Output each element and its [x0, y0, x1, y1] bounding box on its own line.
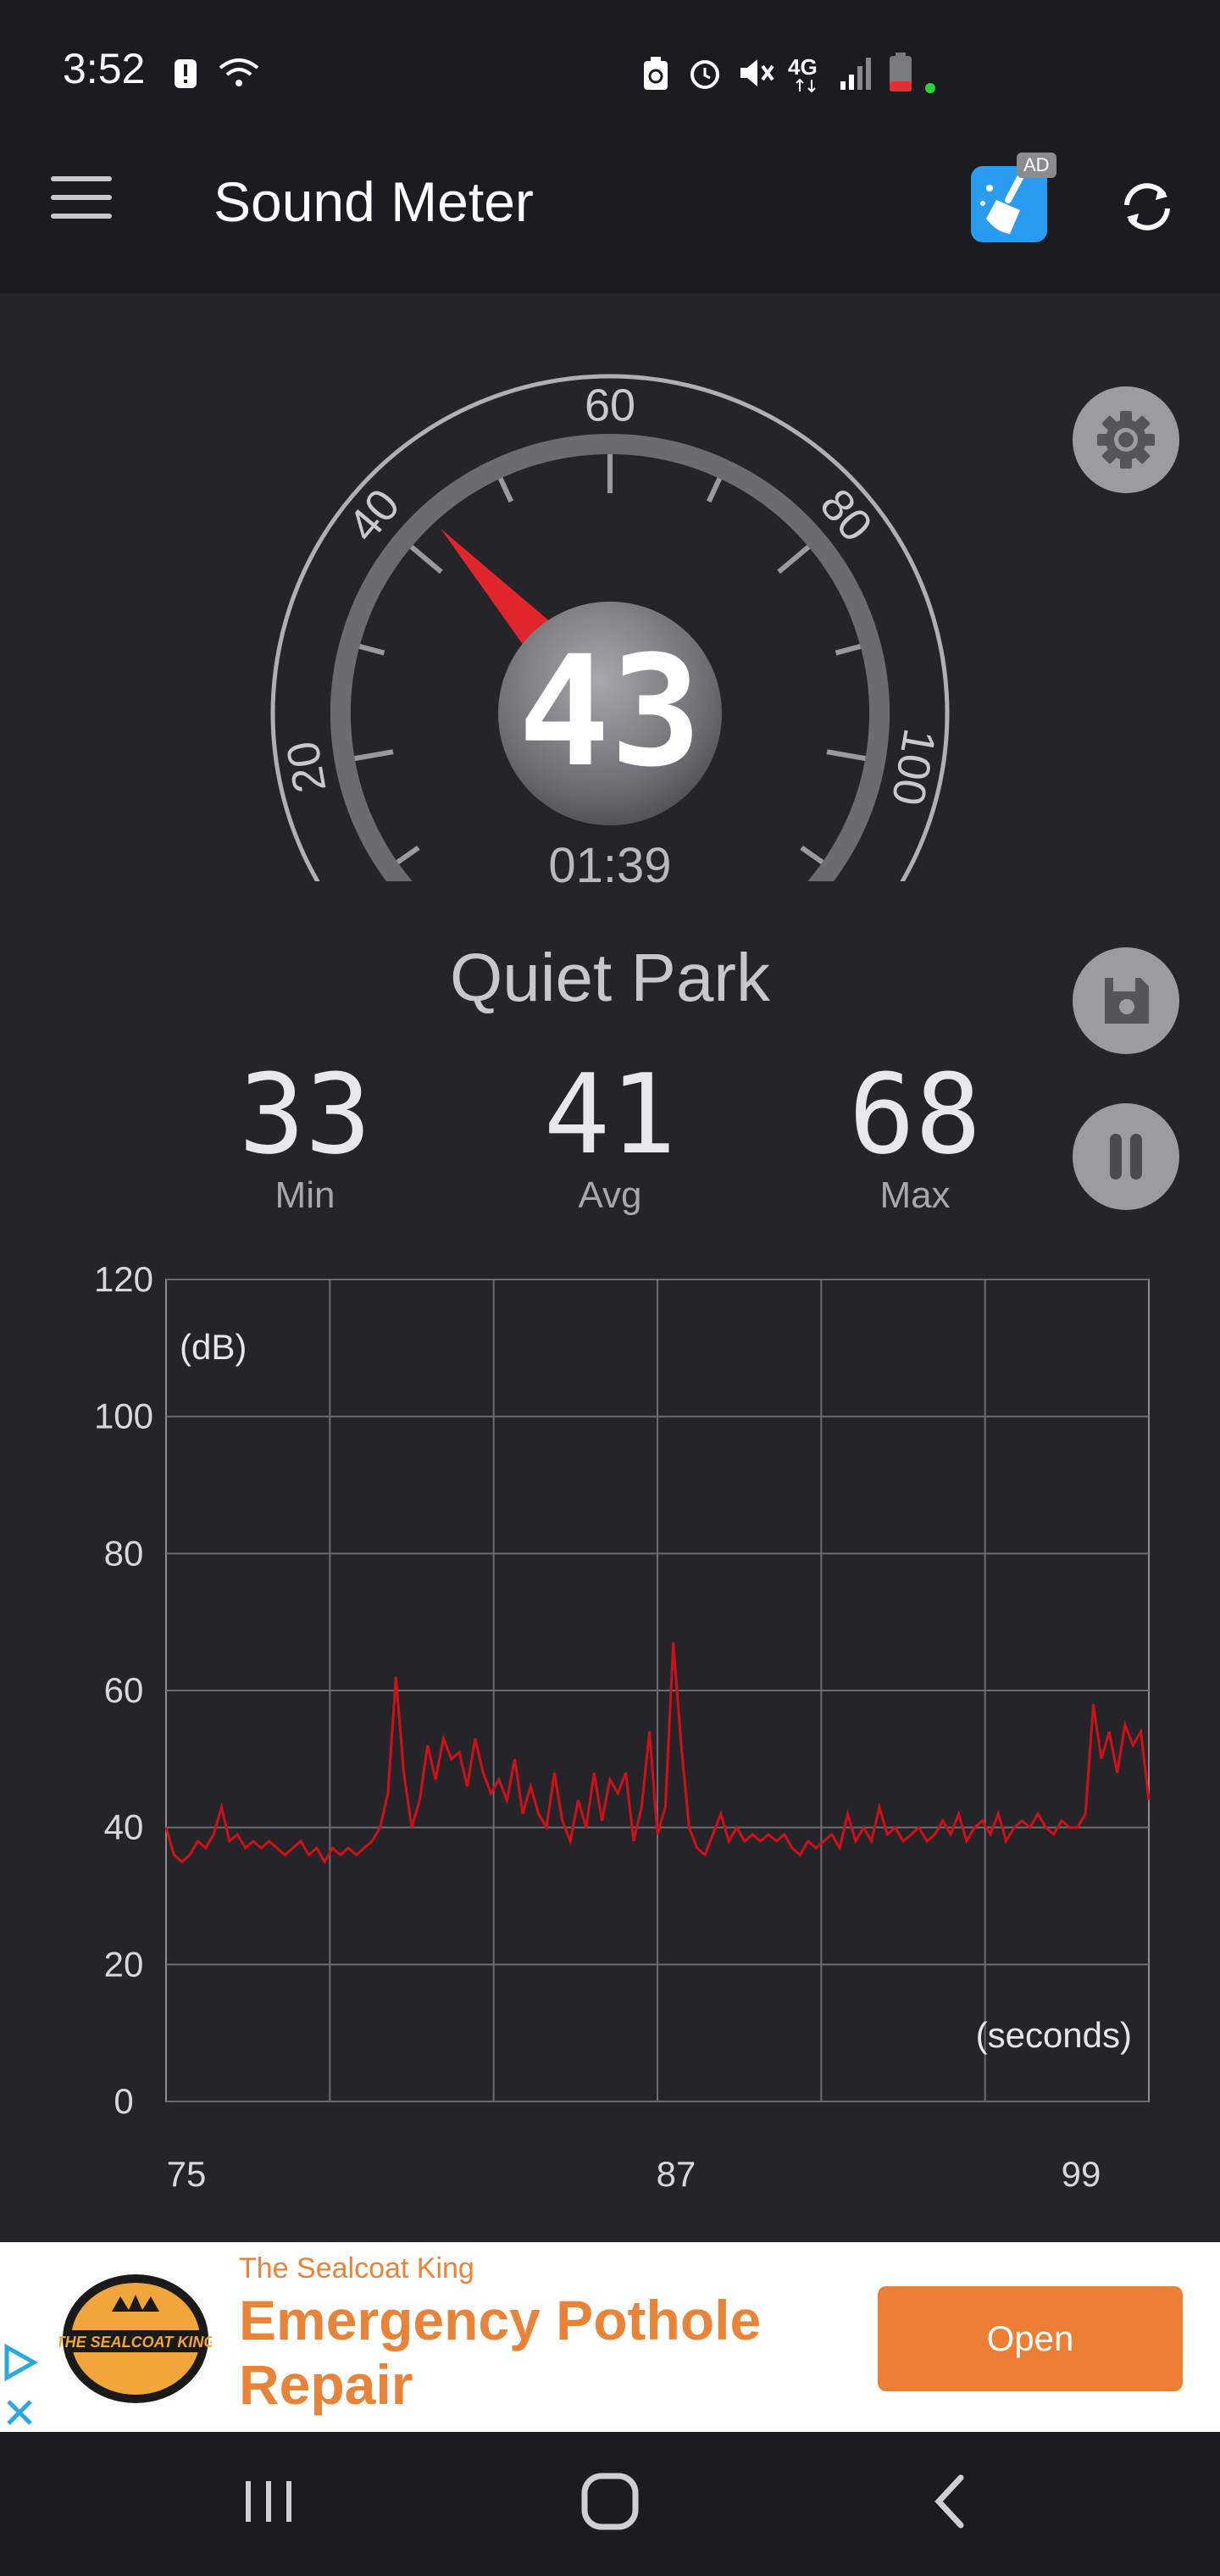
chart-y-tick-label: 120	[94, 1259, 153, 1299]
refresh-icon[interactable]	[1115, 175, 1179, 239]
signal-icon	[840, 58, 871, 90]
chart-x-tick-label: 99	[1062, 2154, 1101, 2194]
hamburger-menu-icon[interactable]	[51, 176, 112, 229]
mute-icon	[740, 59, 774, 86]
wifi-icon	[219, 58, 259, 86]
chart-y-unit-label: (dB)	[180, 1327, 247, 1367]
gauge-tick	[497, 477, 514, 503]
adchoices-icon[interactable]	[0, 2339, 42, 2432]
max-label: Max	[879, 1174, 951, 1216]
stat-avg: 41 Avg	[508, 1059, 712, 1217]
battery-low-icon	[890, 53, 935, 93]
floppy-disk-icon	[1105, 978, 1149, 1024]
chart-y-tick-label: 0	[114, 2081, 133, 2121]
gauge-tick	[396, 845, 420, 864]
decibel-chart: 0 20 40 60 80 100 120 75 87 99 (dB) (seconds)	[94, 1259, 1151, 2194]
ad-badge: AD	[1017, 153, 1056, 178]
sound-gauge: 020406080100120 43	[270, 374, 950, 881]
chart-y-tick-label: 40	[104, 1807, 144, 1847]
gauge-tick	[358, 643, 385, 656]
gauge-scale-label: 20	[277, 737, 336, 797]
alarm-icon	[690, 60, 719, 89]
gauge-tick	[777, 545, 811, 575]
app-title: Sound Meter	[214, 170, 534, 233]
meter-value: 43	[518, 624, 702, 801]
stat-min: 33 Min	[203, 1059, 407, 1217]
chart-x-tick-label: 87	[657, 2154, 696, 2194]
ad-brand: The Sealcoat King	[239, 2252, 474, 2285]
chart-y-tick-label: 100	[94, 1396, 153, 1436]
sealcoat-king-logo-icon: THE SEALCOAT KING	[59, 2274, 212, 2403]
navigation-bar	[0, 2432, 1220, 2576]
pause-button[interactable]	[1073, 1103, 1179, 1210]
chart-x-unit-label: (seconds)	[976, 2015, 1132, 2055]
min-label: Min	[274, 1174, 336, 1216]
svg-text:4G: 4G	[788, 54, 818, 80]
avg-value: 41	[543, 1050, 677, 1179]
chart-y-tick-label: 60	[104, 1670, 144, 1710]
notification-alert-icon	[175, 59, 197, 88]
recents-icon[interactable]	[242, 2474, 297, 2529]
gauge-scale-label: 60	[585, 380, 635, 430]
lte-icon: 4G	[788, 54, 818, 93]
ad-headline: Emergency Pothole Repair	[239, 2289, 762, 2416]
max-value: 68	[848, 1050, 982, 1179]
status-bar: 3:52 4G	[0, 0, 1220, 144]
save-button[interactable]	[1073, 947, 1179, 1054]
gauge-tick	[706, 477, 723, 503]
settings-button[interactable]	[1073, 386, 1179, 493]
elapsed-timer: 01:39	[548, 838, 672, 893]
gear-icon	[1097, 411, 1155, 469]
gauge-tick	[800, 845, 824, 864]
gauge-tick	[409, 545, 443, 575]
home-icon[interactable]	[580, 2471, 640, 2532]
gauge-tick	[354, 749, 394, 762]
gauge-tick	[835, 643, 862, 656]
avg-label: Avg	[578, 1174, 642, 1216]
chart-x-tick-label: 75	[167, 2154, 207, 2194]
battery-saver-icon	[644, 57, 668, 90]
back-icon[interactable]	[929, 2474, 971, 2529]
stat-max: 68 Max	[813, 1059, 1017, 1217]
ad-open-button[interactable]: Open	[878, 2286, 1183, 2391]
status-time: 3:52	[63, 45, 146, 92]
pause-icon	[1110, 1134, 1142, 1180]
svg-text:THE SEALCOAT KING: THE SEALCOAT KING	[59, 2334, 212, 2351]
environment-label: Quiet Park	[450, 940, 770, 1015]
min-value: 33	[238, 1050, 372, 1179]
gauge-tick	[826, 749, 866, 762]
chart-y-tick-label: 20	[104, 1944, 144, 1984]
chart-y-tick-label: 80	[104, 1533, 144, 1573]
